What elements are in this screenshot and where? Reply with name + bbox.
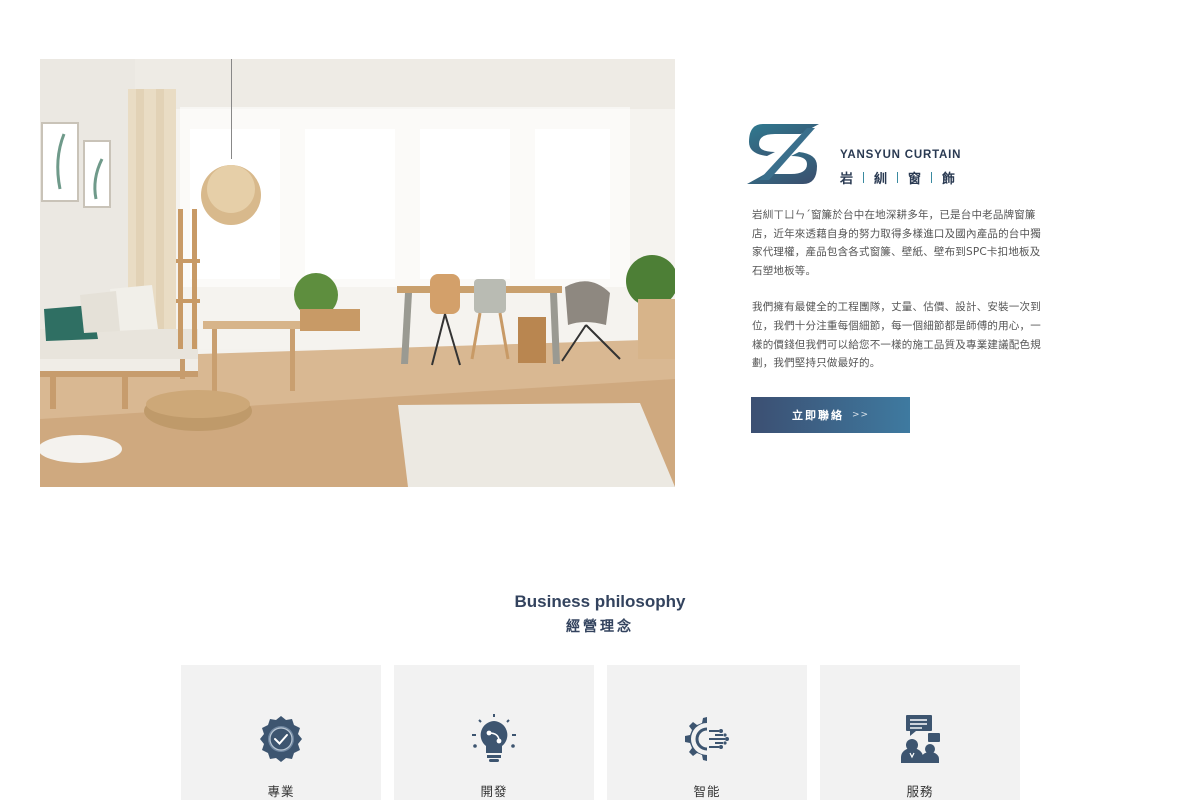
intro-paragraph: 岩紃ㄒㄩㄣˊ窗簾於台中在地深耕多年，已是台中老品牌窗簾店，近年來透藉自身的努力取… xyxy=(752,209,1041,277)
brand-char: 飾 xyxy=(942,172,956,187)
brand-char: 紃 xyxy=(874,172,888,187)
brand-char: 岩 xyxy=(840,172,854,187)
brand-logo-icon xyxy=(747,124,819,184)
brand-name-en: YANSYUN CURTAIN xyxy=(840,149,962,161)
brand-name-zh: 岩 紃 窗 飾 xyxy=(840,168,955,187)
card-label: 開發 xyxy=(480,784,508,799)
brand-char: 窗 xyxy=(908,172,922,187)
lightbulb-idea-icon xyxy=(472,714,516,762)
philosophy-card-service: 服務 xyxy=(820,665,1020,800)
hero-living-room-image xyxy=(40,59,675,487)
intro-paragraph: 我們擁有最健全的工程團隊，丈量、估價、設計、安裝一次到位，我們十分注重每個細節，… xyxy=(752,301,1041,370)
divider xyxy=(863,172,865,183)
section-subtitle: 經營理念 xyxy=(566,619,634,635)
gear-circuit-icon xyxy=(685,717,729,761)
divider xyxy=(897,172,899,183)
card-label: 智能 xyxy=(693,784,721,799)
contact-now-button[interactable]: 立即聯絡 >> xyxy=(751,397,910,433)
double-chevron-right-icon: >> xyxy=(851,410,870,420)
card-label: 專業 xyxy=(267,784,295,799)
customer-service-icon xyxy=(901,715,940,763)
divider xyxy=(931,172,933,183)
contact-button-label: 立即聯絡 xyxy=(791,409,844,422)
card-label: 服務 xyxy=(906,784,934,799)
philosophy-card-smart: 智能 xyxy=(607,665,807,800)
company-intro: 岩紃ㄒㄩㄣˊ窗簾於台中在地深耕多年，已是台中老品牌窗簾店，近年來透藉自身的努力取… xyxy=(752,206,1044,373)
philosophy-card-professional: 專業 xyxy=(181,665,381,800)
badge-check-icon xyxy=(260,716,302,762)
brand-block: YANSYUN CURTAIN 岩 紃 窗 飾 xyxy=(745,122,1045,188)
philosophy-cards: 專業 開發 智能 服務 xyxy=(181,665,1020,800)
section-title: Business philosophy xyxy=(514,592,686,611)
philosophy-card-development: 開發 xyxy=(394,665,594,800)
